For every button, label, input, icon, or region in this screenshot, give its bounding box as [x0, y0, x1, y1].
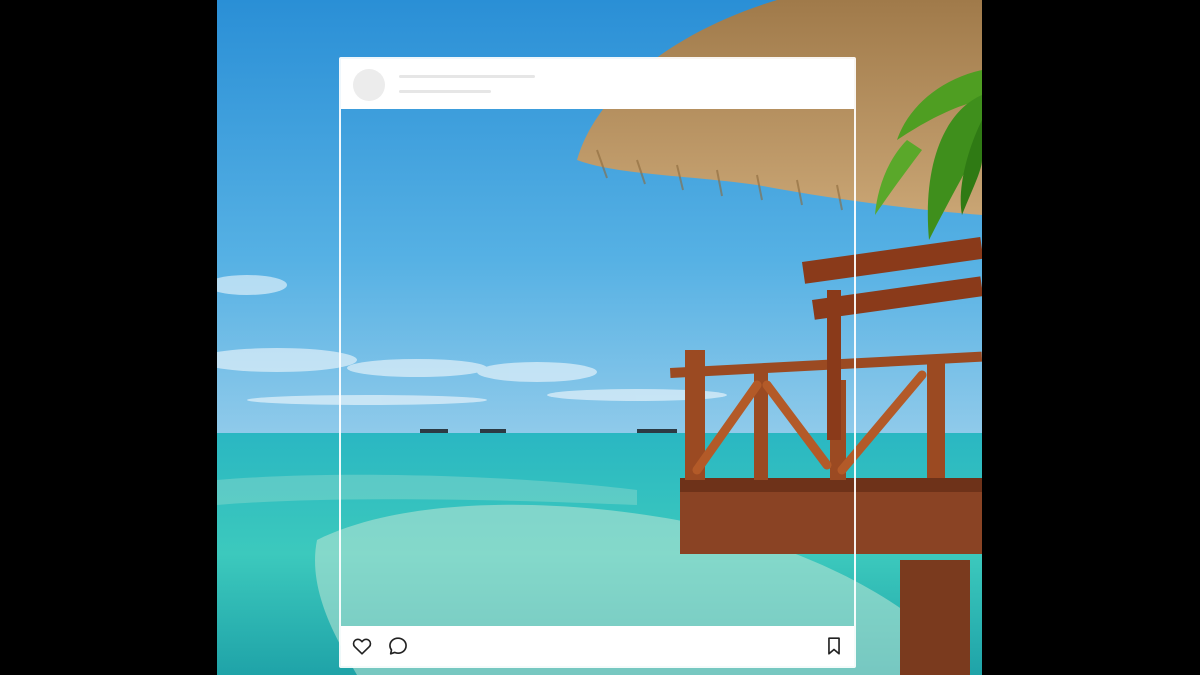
- bookmark-icon[interactable]: [823, 635, 845, 657]
- heart-icon[interactable]: [351, 635, 373, 657]
- stilt-pillar: [900, 560, 970, 675]
- video-frame: [0, 0, 1200, 675]
- post-header: [341, 59, 854, 109]
- location-placeholder: [399, 90, 491, 93]
- post-action-bar: [341, 626, 854, 666]
- social-post-mockup: [339, 57, 856, 668]
- avatar-placeholder: [353, 69, 385, 101]
- comment-icon[interactable]: [387, 635, 409, 657]
- username-placeholder: [399, 75, 535, 78]
